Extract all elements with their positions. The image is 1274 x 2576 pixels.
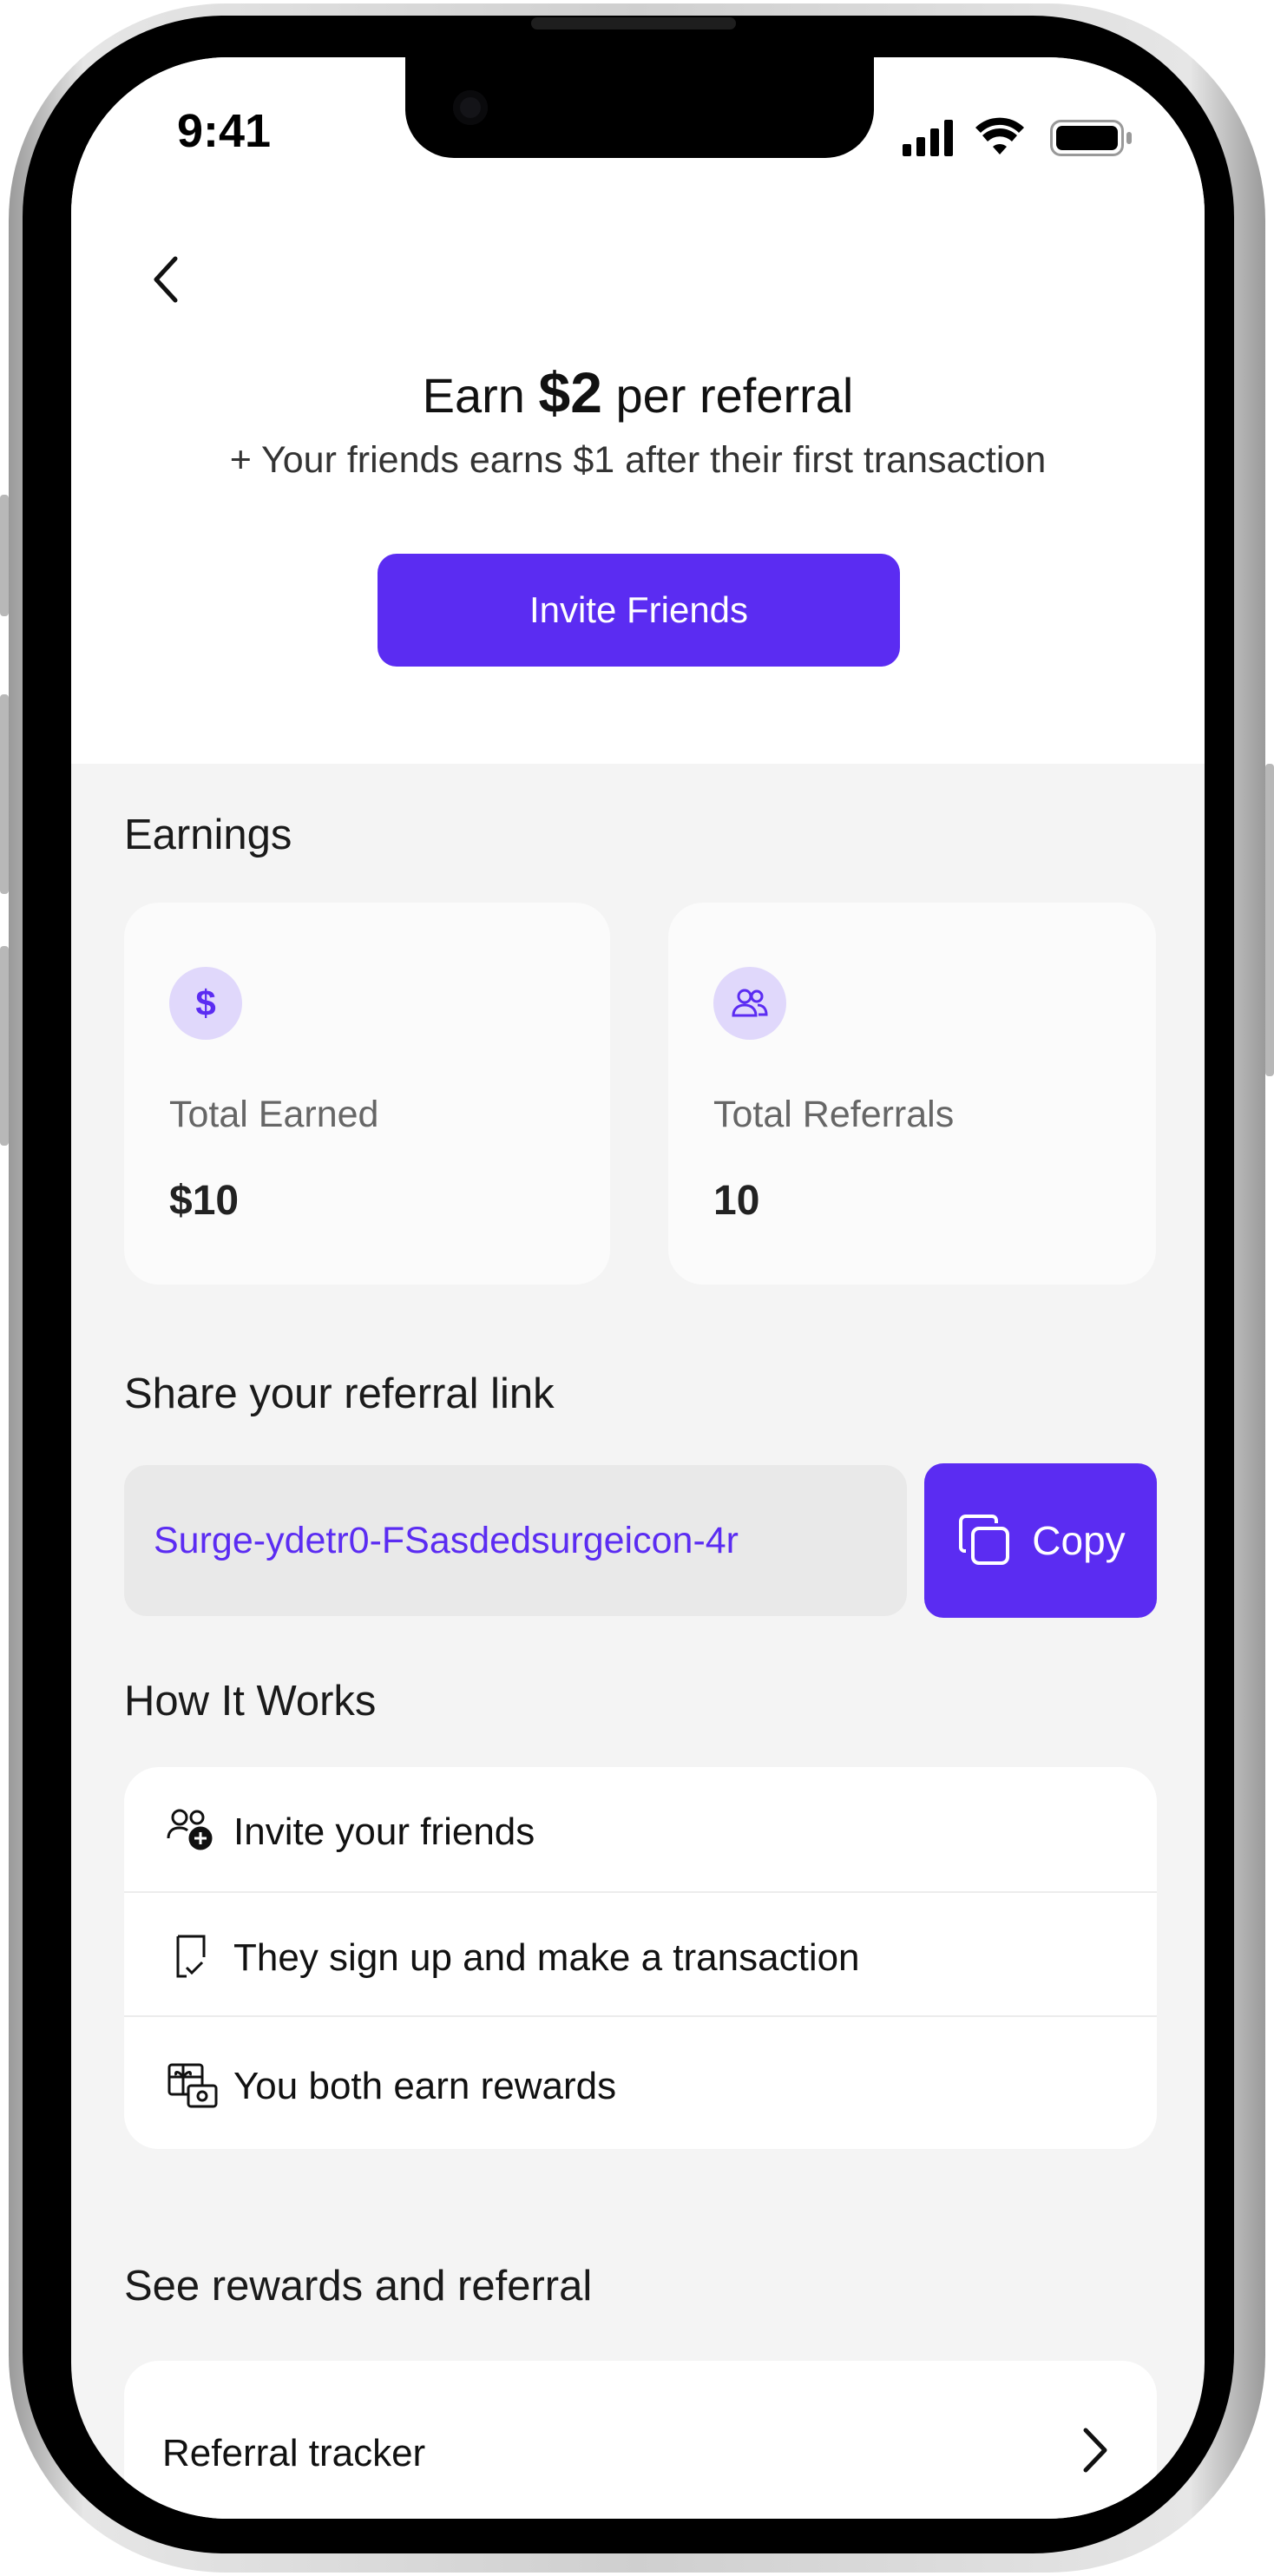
chevron-right-icon	[1083, 2428, 1107, 2473]
how-step: You both earn rewards	[124, 2056, 1157, 2117]
how-step-label: You both earn rewards	[233, 2065, 617, 2107]
screen: 9:41 Earn $2 per referral + Your friends…	[71, 57, 1205, 2519]
speaker-grille	[531, 17, 736, 30]
camera	[453, 90, 488, 125]
wifi-icon	[975, 117, 1024, 154]
how-step: Invite your friends	[124, 1802, 1157, 1863]
dollar-icon: $	[169, 967, 242, 1040]
copy-button-label: Copy	[1032, 1518, 1126, 1563]
total-earned-label: Total Earned	[169, 1094, 379, 1135]
how-it-works-title: How It Works	[124, 1678, 377, 1725]
power-button	[1265, 764, 1274, 1076]
total-referrals-label: Total Referrals	[713, 1094, 955, 1135]
headline-amount: $2	[538, 360, 602, 424]
mute-switch	[0, 495, 9, 616]
volume-down-button	[0, 946, 9, 1146]
headline-subtitle: + Your friends earns $1 after their firs…	[229, 439, 1047, 481]
total-earned-value: $10	[169, 1178, 240, 1224]
how-step-label: Invite your friends	[233, 1810, 535, 1853]
share-title: Share your referral link	[124, 1370, 555, 1417]
referral-tracker-item[interactable]: Referral tracker	[124, 2361, 1157, 2519]
how-it-works-card: Invite your friends They sign up and mak…	[124, 1767, 1157, 2149]
back-chevron-icon[interactable]	[137, 248, 198, 309]
battery-icon	[1050, 120, 1132, 156]
volume-up-button	[0, 694, 9, 894]
receipt-check-icon	[176, 1935, 206, 1978]
copy-button[interactable]: Copy	[924, 1463, 1157, 1618]
status-time: 9:41	[177, 105, 272, 157]
gift-money-icon	[167, 2063, 218, 2108]
headline-suffix: per referral	[615, 368, 854, 423]
total-referrals-value: 10	[713, 1178, 760, 1224]
copy-icon	[959, 1515, 1010, 1565]
how-step: They sign up and make a transaction	[124, 1928, 1157, 1988]
divider	[124, 1891, 1157, 1893]
add-user-icon	[167, 1809, 213, 1850]
headline-prefix: Earn	[422, 368, 525, 423]
rewards-title: See rewards and referral	[124, 2263, 593, 2310]
how-step-label: They sign up and make a transaction	[233, 1936, 860, 1979]
status-icons	[903, 117, 1132, 156]
referral-link-field[interactable]: Surge-ydetr0-FSasdedsurgeicon-4r	[124, 1465, 907, 1616]
earnings-title: Earnings	[124, 812, 292, 858]
referral-link-text: Surge-ydetr0-FSasdedsurgeicon-4r	[154, 1519, 739, 1561]
users-icon	[713, 967, 786, 1040]
total-referrals-card: Total Referrals 10	[668, 903, 1156, 1285]
headline: Earn $2 per referral	[71, 359, 1205, 425]
divider	[124, 2015, 1157, 2017]
invite-friends-button[interactable]: Invite Friends	[378, 554, 900, 667]
referral-tracker-label: Referral tracker	[162, 2432, 426, 2474]
signal-icon	[903, 120, 953, 156]
total-earned-card: $ Total Earned $10	[124, 903, 610, 1285]
